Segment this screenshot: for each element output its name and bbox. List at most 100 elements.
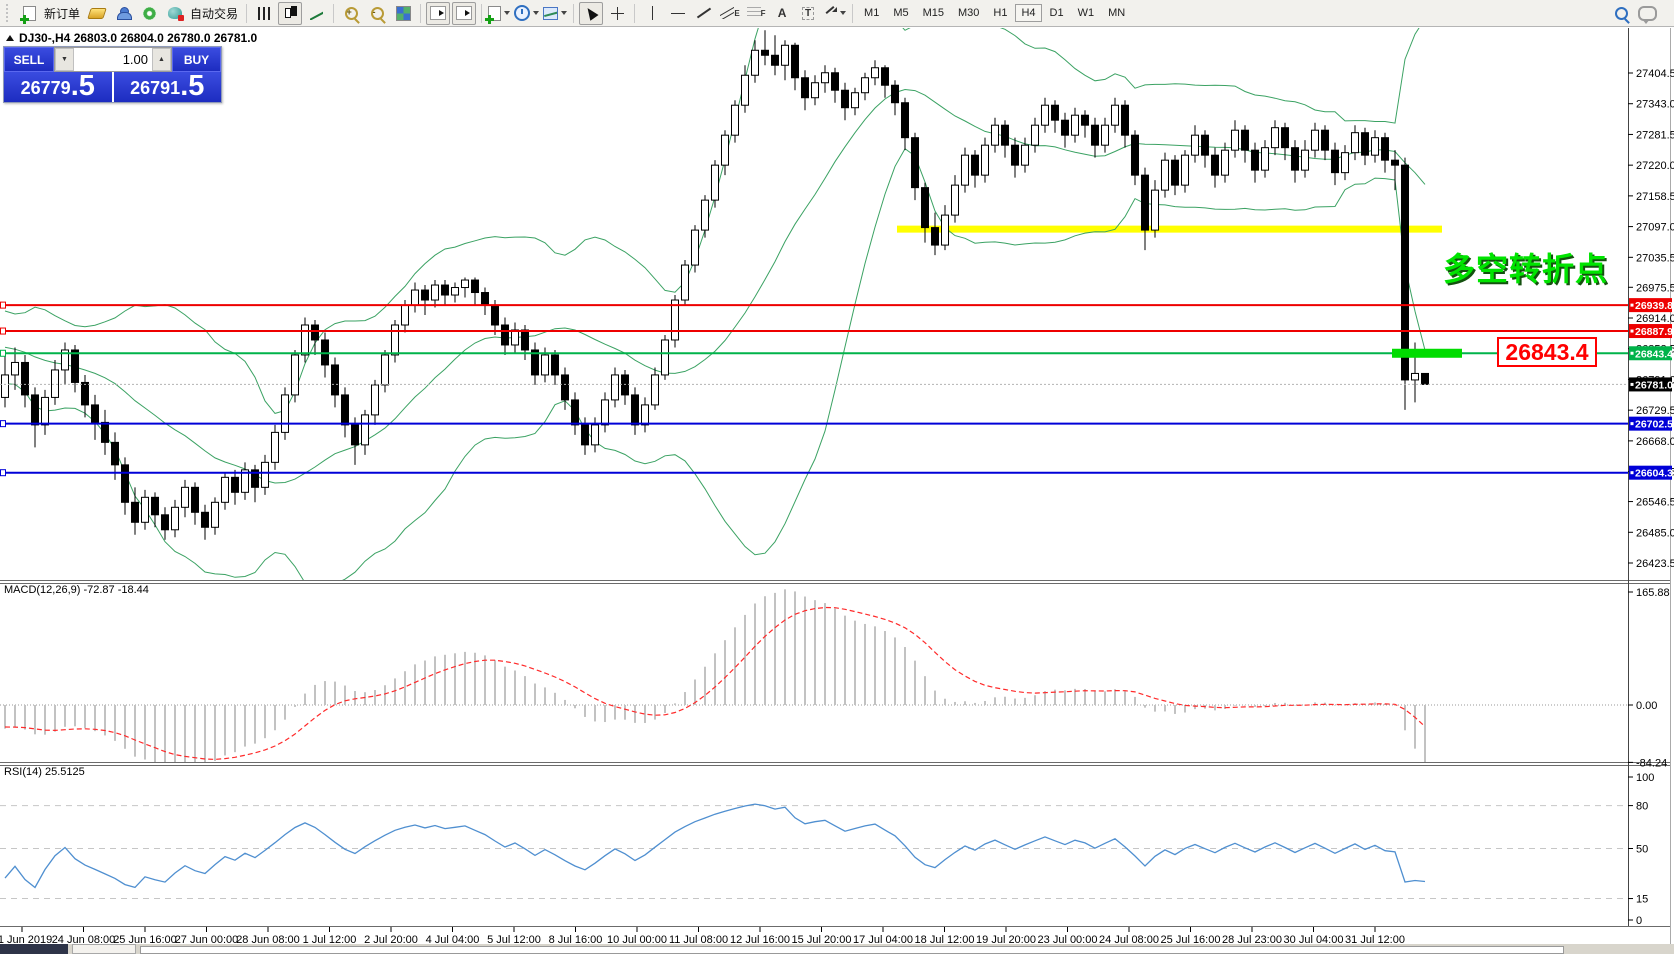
profile-button[interactable] — [111, 2, 135, 25]
macd-histogram-bar — [1154, 705, 1156, 712]
candlestick-chart-button[interactable] — [278, 2, 302, 25]
channel-button[interactable]: E — [718, 2, 742, 25]
template-button[interactable] — [542, 2, 568, 25]
horizontal-line-button[interactable] — [666, 2, 690, 25]
macd-histogram-bar — [194, 705, 196, 763]
tf-W1[interactable]: W1 — [1072, 4, 1101, 22]
candle — [542, 355, 549, 375]
sell-price-button[interactable]: 26779.5 — [4, 72, 112, 102]
macd-histogram-bar — [1274, 703, 1276, 705]
search-button[interactable] — [1609, 2, 1633, 25]
macd-histogram-bar — [814, 600, 816, 705]
macd-histogram-bar — [334, 682, 336, 705]
candle — [572, 400, 579, 425]
candle — [1392, 160, 1399, 165]
tf-H1[interactable]: H1 — [987, 4, 1013, 22]
price-tick-label: 26668.0 — [1636, 436, 1674, 448]
tf-M30[interactable]: M30 — [952, 4, 985, 22]
line-chart-button[interactable] — [304, 2, 328, 25]
chart-shift-button[interactable] — [452, 2, 476, 25]
tf-H4[interactable]: H4 — [1015, 4, 1041, 22]
bar-chart-button[interactable] — [252, 2, 276, 25]
chart-area[interactable]: 27404.527343.027281.527220.027158.527097… — [0, 28, 1674, 954]
crosshair-button[interactable] — [605, 2, 629, 25]
profiles-button[interactable] — [513, 2, 540, 25]
search-icon — [1615, 7, 1628, 20]
candle — [1322, 130, 1329, 150]
vertical-line-button[interactable] — [640, 2, 664, 25]
separator — [634, 4, 635, 23]
new-order-label[interactable]: 新订单 — [44, 5, 80, 22]
fibonacci-glyph: F — [761, 9, 766, 18]
macd-histogram-bar — [1244, 705, 1246, 706]
macd-histogram-bar — [964, 701, 966, 705]
candle — [642, 405, 649, 425]
chat-button[interactable] — [1635, 2, 1659, 25]
zoom-in-button[interactable]: + — [339, 2, 363, 25]
tf-D1[interactable]: D1 — [1044, 4, 1070, 22]
macd-histogram-bar — [1224, 705, 1226, 709]
macd-histogram-bar — [184, 705, 186, 764]
autotrading-label[interactable]: 自动交易 — [190, 5, 238, 22]
buy-button[interactable]: BUY — [172, 47, 221, 72]
zoom-out-icon: - — [371, 7, 384, 20]
macd-histogram-bar — [414, 664, 416, 705]
price-tick-label: 26546.5 — [1636, 497, 1674, 509]
tf-M1[interactable]: M1 — [858, 4, 885, 22]
price-tick-label: 27220.0 — [1636, 160, 1674, 172]
candle — [42, 397, 49, 424]
macd-histogram-bar — [114, 705, 116, 741]
trendline-button[interactable] — [692, 2, 716, 25]
candle — [1052, 105, 1059, 120]
candle — [562, 375, 569, 400]
candle — [702, 200, 709, 230]
shapes-button[interactable] — [822, 2, 847, 25]
autotrading-button[interactable] — [163, 2, 187, 25]
tile-windows-button[interactable] — [391, 2, 415, 25]
new-chart-button[interactable] — [487, 2, 511, 25]
separator — [573, 4, 574, 23]
tf-MN[interactable]: MN — [1102, 4, 1131, 22]
candle — [732, 105, 739, 135]
volume-up-button[interactable]: ▲ — [152, 48, 171, 71]
macd-histogram-bar — [444, 655, 446, 705]
candle — [292, 355, 299, 395]
volume-down-button[interactable]: ▼ — [55, 48, 74, 71]
buy-price-button[interactable]: 26791.5 — [114, 72, 222, 102]
fibonacci-button[interactable]: F — [744, 2, 768, 25]
macd-histogram-bar — [994, 697, 996, 705]
candle — [502, 325, 509, 345]
signals-button[interactable] — [137, 2, 161, 25]
text-button[interactable]: A — [770, 2, 794, 25]
macd-histogram-bar — [634, 705, 636, 723]
auto-scroll-button[interactable] — [426, 2, 450, 25]
price-tick-label: 26729.5 — [1636, 405, 1674, 417]
cursor-button[interactable] — [579, 2, 603, 25]
macd-histogram-bar — [1234, 705, 1236, 706]
macd-histogram-bar — [454, 653, 456, 705]
volume-input[interactable] — [74, 48, 152, 71]
macd-histogram-bar — [974, 703, 976, 705]
candle — [1292, 148, 1299, 170]
text-label-button[interactable]: T — [796, 2, 820, 25]
new-order-button[interactable] — [17, 2, 41, 25]
chart-shift-icon — [456, 6, 472, 20]
chart-tab[interactable] — [72, 944, 136, 954]
zoom-out-button[interactable]: - — [365, 2, 389, 25]
rsi-indicator-panel — [0, 804, 1628, 898]
macd-tick-label: 165.88 — [1636, 587, 1670, 599]
macd-histogram-bar — [524, 676, 526, 705]
chart-tab[interactable] — [0, 944, 68, 954]
macd-tick-label: 0.00 — [1636, 700, 1657, 712]
tf-M5[interactable]: M5 — [887, 4, 914, 22]
macd-histogram-bar — [1424, 705, 1426, 764]
market-watch-button[interactable] — [85, 2, 109, 25]
candle — [1202, 135, 1209, 155]
tf-M15[interactable]: M15 — [917, 4, 950, 22]
macd-histogram-bar — [744, 615, 746, 705]
separator — [852, 4, 853, 23]
toolbar-grip — [6, 4, 12, 22]
fibonacci-icon — [747, 7, 761, 19]
collapse-panel-icon[interactable] — [6, 35, 14, 41]
sell-button[interactable]: SELL — [4, 47, 54, 72]
